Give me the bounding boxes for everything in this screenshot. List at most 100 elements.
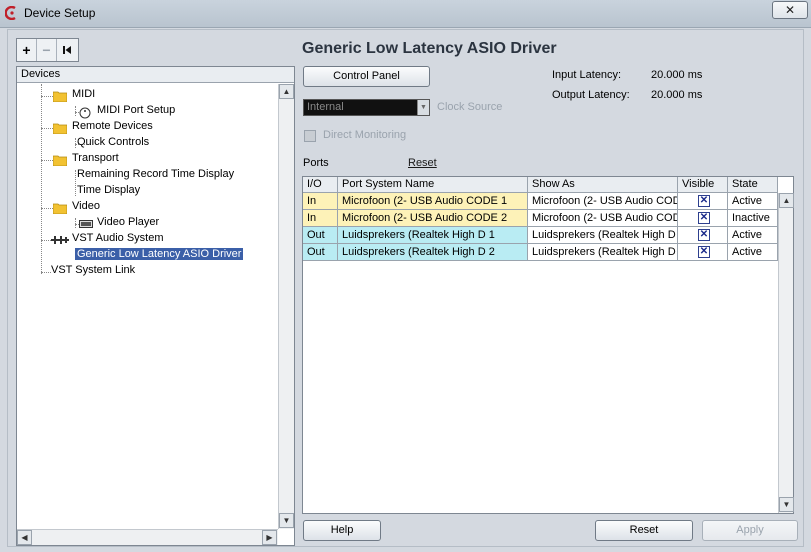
- audio-system-icon: [51, 236, 69, 244]
- cell-show-as[interactable]: Microfoon (2- USB Audio CODE: [528, 193, 678, 210]
- tree-item-quick-controls[interactable]: Quick Controls: [77, 136, 149, 148]
- cell-state[interactable]: Active: [728, 193, 778, 210]
- help-button[interactable]: Help: [303, 520, 381, 541]
- cell-state[interactable]: Active: [728, 244, 778, 261]
- clock-source-label: Clock Source: [437, 101, 503, 113]
- scroll-down-button[interactable]: ▼: [779, 497, 794, 512]
- folder-icon: [53, 123, 67, 134]
- tree-line: [41, 208, 53, 209]
- cell-port-name: Luidsprekers (Realtek High D 1: [338, 227, 528, 244]
- input-latency-value: 20.000 ms: [651, 69, 703, 81]
- title-bar: Device Setup ✕: [0, 0, 811, 28]
- tree-horizontal-scrollbar[interactable]: ◀ ▶: [17, 529, 278, 545]
- tree-item-midi[interactable]: MIDI: [72, 88, 95, 100]
- cell-state[interactable]: Inactive: [728, 210, 778, 227]
- cell-port-name: Microfoon (2- USB Audio CODE 1: [338, 193, 528, 210]
- tree-line: [41, 160, 53, 161]
- tree-item-midi-port-setup[interactable]: MIDI Port Setup: [97, 104, 175, 116]
- reset-button[interactable]: Reset: [595, 520, 693, 541]
- tree-line: [41, 96, 53, 97]
- column-header-port-system-name[interactable]: Port System Name: [338, 177, 528, 193]
- minus-icon: −: [42, 42, 51, 58]
- tree-line: [75, 218, 76, 228]
- clock-source-select[interactable]: Internal ▼: [303, 99, 430, 116]
- tree-line: [41, 272, 51, 273]
- plus-icon: +: [22, 42, 31, 58]
- column-header-state[interactable]: State: [728, 177, 778, 193]
- cell-state[interactable]: Active: [728, 227, 778, 244]
- devices-header: Devices: [17, 67, 294, 83]
- direct-monitoring-label: Direct Monitoring: [323, 129, 407, 141]
- visible-checkbox[interactable]: ✕: [698, 212, 710, 224]
- cell-port-name: Microfoon (2- USB Audio CODE 2: [338, 210, 528, 227]
- arrow-right-icon: ▶: [266, 533, 273, 542]
- scroll-down-button[interactable]: ▼: [279, 513, 294, 528]
- devices-panel: Devices MIDI MIDI Port Setup Remote Devi…: [16, 66, 295, 546]
- page-title: Generic Low Latency ASIO Driver: [302, 40, 557, 57]
- devices-tree: MIDI MIDI Port Setup Remote Devices Quic…: [17, 84, 278, 529]
- cell-io: In: [303, 210, 338, 227]
- close-icon: ✕: [784, 3, 796, 17]
- cell-io: Out: [303, 244, 338, 261]
- arrow-left-icon: ◀: [21, 533, 28, 542]
- output-latency-value: 20.000 ms: [651, 89, 703, 101]
- cell-visible: ✕: [678, 227, 728, 244]
- tree-item-video-player[interactable]: Video Player: [97, 216, 159, 228]
- window-title: Device Setup: [24, 6, 96, 20]
- cell-visible: ✕: [678, 244, 728, 261]
- folder-icon: [53, 91, 67, 102]
- ports-label: Ports: [303, 157, 329, 169]
- column-header-show-as[interactable]: Show As: [528, 177, 678, 193]
- tree-vertical-scrollbar[interactable]: ▲ ▼: [278, 84, 294, 529]
- cell-io: In: [303, 193, 338, 210]
- cell-io: Out: [303, 227, 338, 244]
- arrow-down-icon: ▼: [282, 516, 291, 525]
- tree-item-video[interactable]: Video: [72, 200, 100, 212]
- control-panel-button[interactable]: Control Panel: [303, 66, 430, 87]
- scroll-up-button[interactable]: ▲: [779, 193, 794, 208]
- column-header-io[interactable]: I/O: [303, 177, 338, 193]
- midi-port-icon: [79, 107, 91, 119]
- visible-checkbox[interactable]: ✕: [698, 195, 710, 207]
- clock-source-value: Internal: [307, 101, 344, 113]
- visible-checkbox[interactable]: ✕: [698, 246, 710, 258]
- tree-line: [41, 128, 53, 129]
- tree-line: [41, 84, 42, 274]
- remove-device-button[interactable]: −: [37, 39, 57, 61]
- direct-monitoring-checkbox[interactable]: [304, 130, 316, 142]
- scroll-right-button[interactable]: ▶: [262, 530, 277, 545]
- video-player-icon: [79, 220, 93, 228]
- scroll-up-button[interactable]: ▲: [279, 84, 294, 99]
- scroll-left-button[interactable]: ◀: [17, 530, 32, 545]
- cell-port-name: Luidsprekers (Realtek High D 2: [338, 244, 528, 261]
- cell-visible: ✕: [678, 210, 728, 227]
- input-latency-label: Input Latency:: [552, 69, 622, 81]
- folder-icon: [53, 155, 67, 166]
- reset-device-button[interactable]: [57, 39, 77, 61]
- column-header-visible[interactable]: Visible: [678, 177, 728, 193]
- tree-item-remote-devices[interactable]: Remote Devices: [72, 120, 153, 132]
- chevron-down-icon: ▼: [417, 100, 429, 115]
- tree-line: [75, 170, 76, 196]
- devices-toolbar: + −: [16, 38, 79, 62]
- visible-checkbox[interactable]: ✕: [698, 229, 710, 241]
- tree-item-generic-low-latency-asio[interactable]: Generic Low Latency ASIO Driver: [75, 248, 244, 260]
- table-vertical-scrollbar[interactable]: ▲ ▼: [778, 193, 794, 513]
- skip-back-icon: [63, 46, 71, 54]
- add-device-button[interactable]: +: [17, 39, 37, 61]
- cell-show-as[interactable]: Luidsprekers (Realtek High D 2: [528, 244, 678, 261]
- tree-item-remaining-record-time[interactable]: Remaining Record Time Display: [77, 168, 234, 180]
- tree-line: [75, 138, 76, 148]
- cell-show-as[interactable]: Microfoon (2- USB Audio CODE: [528, 210, 678, 227]
- close-button[interactable]: ✕: [772, 1, 808, 19]
- arrow-up-icon: ▲: [782, 196, 791, 205]
- tree-item-vst-audio-system[interactable]: VST Audio System: [72, 232, 164, 244]
- cell-show-as[interactable]: Luidsprekers (Realtek High D 1: [528, 227, 678, 244]
- tree-item-vst-system-link[interactable]: VST System Link: [51, 264, 135, 276]
- tree-item-transport[interactable]: Transport: [72, 152, 119, 164]
- folder-icon: [53, 203, 67, 214]
- tree-item-time-display[interactable]: Time Display: [77, 184, 140, 196]
- arrow-up-icon: ▲: [282, 87, 291, 96]
- apply-button[interactable]: Apply: [702, 520, 798, 541]
- reset-ports-link[interactable]: Reset: [408, 157, 437, 169]
